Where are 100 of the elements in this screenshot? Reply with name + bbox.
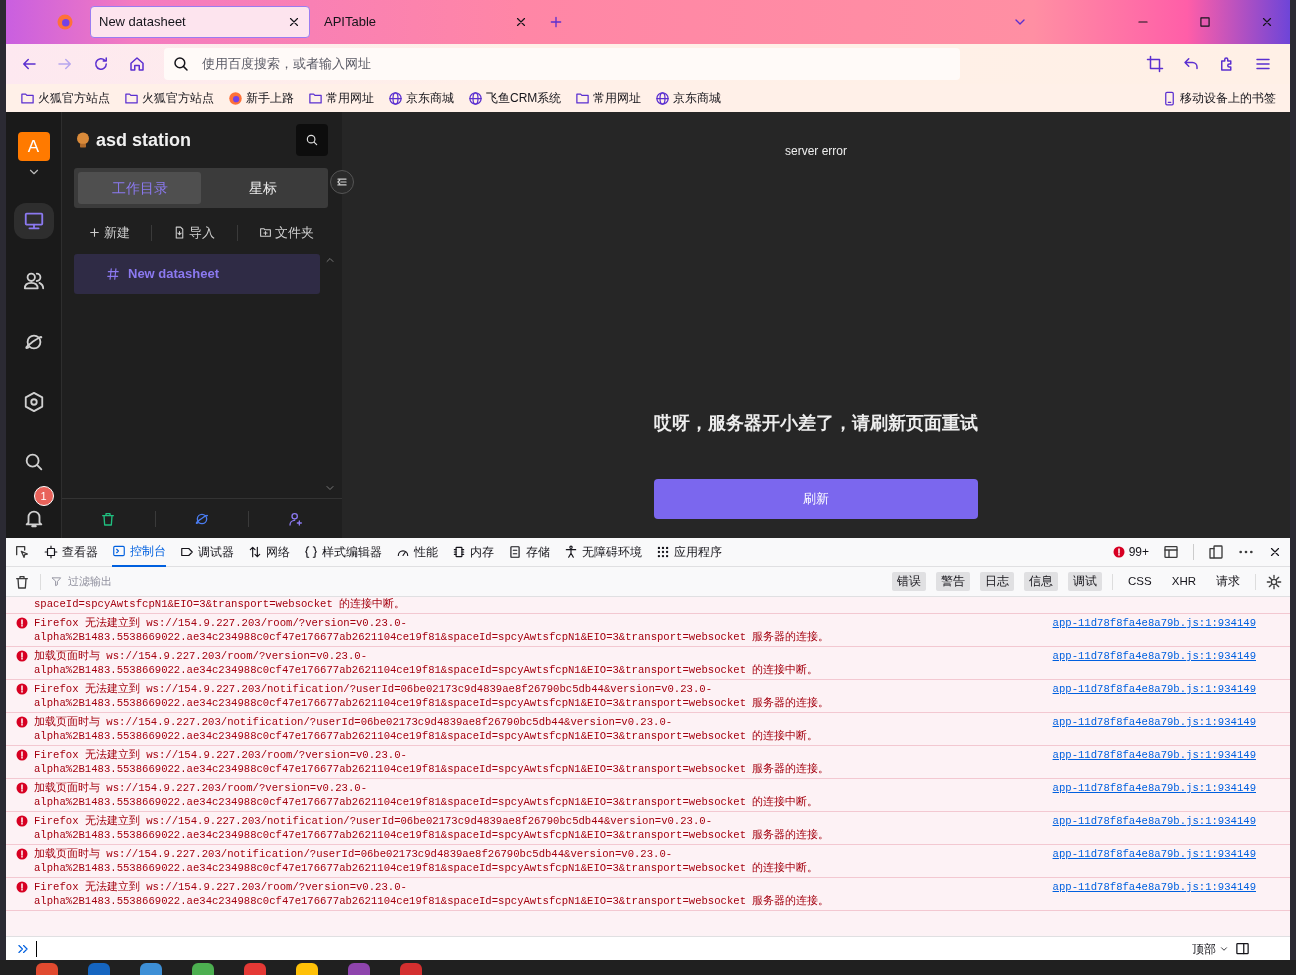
filter-toggle[interactable]: 信息 bbox=[1024, 571, 1059, 592]
action-button[interactable]: 文件夹 bbox=[253, 222, 321, 244]
address-bar[interactable]: 使用百度搜索，或者输入网址 bbox=[164, 48, 960, 80]
terminal-icon bbox=[112, 544, 126, 558]
devtools-tab[interactable]: 内存 bbox=[452, 537, 494, 567]
log-message: 加载页面时与 ws://154.9.227.203/notification/?userId=06be02173c9d4839ae8f26790bc5db44&version=v0.23.0-alpha%2B1483.5538669022.ae34c234988c0cf47e176677ab2621104ce19f81&spaceId=spcyAwtsfcpN1&EIO=3&transport=websocket 的连接中断。 bbox=[34, 715, 820, 743]
refresh-button[interactable]: 刷新 bbox=[654, 479, 978, 519]
folder-icon bbox=[575, 90, 591, 106]
source-link[interactable]: app-11d78f8fa4e8a79b.js:1:934149 bbox=[1052, 847, 1256, 875]
dock-icon[interactable] bbox=[1208, 544, 1224, 560]
error-message: 哎呀，服务器开小差了，请刷新页面重试 bbox=[654, 412, 978, 435]
action-button[interactable]: 新建 bbox=[81, 222, 136, 244]
source-link[interactable]: app-11d78f8fa4e8a79b.js:1:934149 bbox=[1052, 715, 1256, 743]
layout-icon[interactable] bbox=[1163, 544, 1179, 560]
log-message: Firefox 无法建立到 ws://154.9.227.203/room/?version=v0.23.0-alpha%2B1483.5538669022.ae34c234988c0cf47e176677ab2621104ce19f81&spaceId=spcyAwtsfcpN1&EIO=3&transport=websocket 服务器的连接。 bbox=[34, 880, 831, 908]
source-link[interactable]: app-11d78f8fa4e8a79b.js:1:934149 bbox=[1052, 814, 1256, 842]
bookmark[interactable]: 常用网址 bbox=[308, 89, 374, 107]
crop-icon[interactable] bbox=[1146, 55, 1164, 73]
bookmark[interactable]: 常用网址 bbox=[575, 89, 642, 107]
bookmark[interactable]: 火狐官方站点 bbox=[20, 89, 110, 107]
log-message: spaceId=spcyAwtsfcpN1&EIO=3&transport=websocket 的连接中断。 bbox=[34, 597, 407, 611]
person-icon bbox=[564, 545, 578, 559]
browser-tab[interactable]: APITable bbox=[316, 6, 536, 38]
folder-icon bbox=[308, 90, 323, 106]
devtools-tab[interactable]: 查看器 bbox=[44, 537, 98, 567]
error-icon bbox=[16, 782, 28, 794]
braces-icon bbox=[304, 545, 318, 559]
arrows-icon bbox=[248, 545, 262, 559]
taskbar-icon[interactable] bbox=[296, 963, 318, 975]
source-link[interactable]: app-11d78f8fa4e8a79b.js:1:934149 bbox=[1052, 649, 1256, 677]
notification-badge: 1 bbox=[33, 486, 54, 506]
error-icon bbox=[16, 650, 28, 662]
filter-toggle[interactable]: 调试 bbox=[1068, 571, 1103, 592]
bookmark[interactable]: 飞鱼CRM系统 bbox=[468, 89, 562, 107]
bookmark[interactable]: 京东商城 bbox=[388, 89, 454, 107]
devtools-tab[interactable]: 样式编辑器 bbox=[304, 537, 382, 567]
filter-field[interactable]: 过滤输出 bbox=[66, 572, 266, 591]
devtools-tab[interactable]: 应用程序 bbox=[656, 537, 722, 567]
nav-button[interactable] bbox=[13, 203, 54, 240]
bulb-icon bbox=[74, 131, 92, 149]
devtools-tab[interactable]: 存储 bbox=[508, 537, 550, 567]
maximize-icon[interactable] bbox=[1198, 15, 1212, 29]
filter-toggle[interactable]: 请求 bbox=[1211, 571, 1245, 592]
search-icon bbox=[305, 133, 319, 147]
taskbar-icon[interactable] bbox=[192, 963, 214, 975]
plus-icon[interactable] bbox=[548, 14, 564, 30]
log-message: Firefox 无法建立到 ws://154.9.227.203/notification/?userId=06be02173c9d4839ae8f26790bc5db44&version=v0.23.0-alpha%2B1483.5538669022.ae34c234988c0cf47e176677ab2621104ce19f81&spaceId=spcyAwtsfcpN1&EIO=3&transport=websocket 服务器的连接。 bbox=[34, 814, 831, 842]
filter-icon bbox=[51, 576, 62, 587]
folder-icon bbox=[124, 90, 139, 106]
sidebar-tab[interactable]: 星标 bbox=[201, 172, 324, 204]
error-icon bbox=[16, 881, 28, 893]
grid-icon bbox=[656, 545, 670, 559]
devtools-tab[interactable]: 性能 bbox=[396, 537, 438, 567]
close-icon[interactable] bbox=[514, 15, 528, 29]
bookmark[interactable]: 新手上路 bbox=[228, 89, 294, 107]
bookmark[interactable]: 火狐官方站点 bbox=[124, 89, 214, 107]
sidebar-icon[interactable] bbox=[1235, 941, 1250, 956]
folder-icon bbox=[20, 90, 35, 106]
collapse-button[interactable] bbox=[330, 170, 354, 194]
filter-toggle[interactable]: 警告 bbox=[936, 571, 971, 592]
browser-tab[interactable]: New datasheet bbox=[90, 6, 310, 38]
devtools-tab[interactable]: 网络 bbox=[248, 537, 290, 567]
source-link[interactable]: app-11d78f8fa4e8a79b.js:1:934149 bbox=[1052, 748, 1256, 776]
filter-toggle[interactable]: 错误 bbox=[892, 571, 927, 592]
source-link[interactable]: app-11d78f8fa4e8a79b.js:1:934149 bbox=[1052, 880, 1256, 908]
devtools-tab[interactable]: 无障碍环境 bbox=[564, 537, 642, 567]
space-name: asd station bbox=[96, 128, 192, 152]
error-icon bbox=[16, 848, 28, 860]
chip-icon bbox=[452, 545, 466, 559]
bookmark[interactable]: 移动设备上的书签 bbox=[1162, 89, 1276, 107]
filter-toggle[interactable]: XHR bbox=[1166, 571, 1201, 592]
home-icon[interactable] bbox=[128, 55, 146, 73]
collapse-icon bbox=[335, 175, 349, 189]
error-icon bbox=[16, 683, 28, 695]
datasheet-item[interactable]: New datasheet bbox=[74, 253, 320, 294]
globe-icon bbox=[388, 90, 403, 106]
reload-icon[interactable] bbox=[92, 55, 110, 73]
close-icon[interactable] bbox=[287, 15, 301, 29]
source-link[interactable]: app-11d78f8fa4e8a79b.js:1:934149 bbox=[1052, 682, 1256, 710]
action-button[interactable]: 导入 bbox=[167, 222, 222, 244]
error-status: server error bbox=[785, 143, 847, 160]
search-button[interactable] bbox=[296, 124, 328, 156]
taskbar-icon[interactable] bbox=[140, 963, 162, 975]
source-link[interactable]: app-11d78f8fa4e8a79b.js:1:934149 bbox=[1052, 781, 1256, 809]
close-icon[interactable] bbox=[1268, 545, 1282, 559]
settings-icon[interactable] bbox=[1266, 573, 1282, 590]
globe-icon bbox=[468, 90, 483, 106]
add-user-icon[interactable] bbox=[287, 510, 304, 527]
filter-toggle[interactable]: CSS bbox=[1123, 571, 1157, 592]
bookmark[interactable]: 京东商城 bbox=[655, 89, 722, 107]
trash-icon[interactable] bbox=[100, 510, 117, 527]
error-count[interactable]: 99+ bbox=[1112, 543, 1149, 561]
cursor-icon[interactable] bbox=[14, 544, 30, 560]
settings-icon bbox=[22, 390, 45, 413]
filter-toggle[interactable]: 日志 bbox=[980, 571, 1015, 592]
devtools-tab[interactable]: 调试器 bbox=[180, 537, 234, 567]
trash-icon[interactable] bbox=[14, 573, 30, 590]
scope-selector[interactable]: 顶部 bbox=[1192, 939, 1229, 958]
phone-icon bbox=[1162, 90, 1177, 106]
source-link[interactable]: app-11d78f8fa4e8a79b.js:1:934149 bbox=[1052, 616, 1256, 644]
